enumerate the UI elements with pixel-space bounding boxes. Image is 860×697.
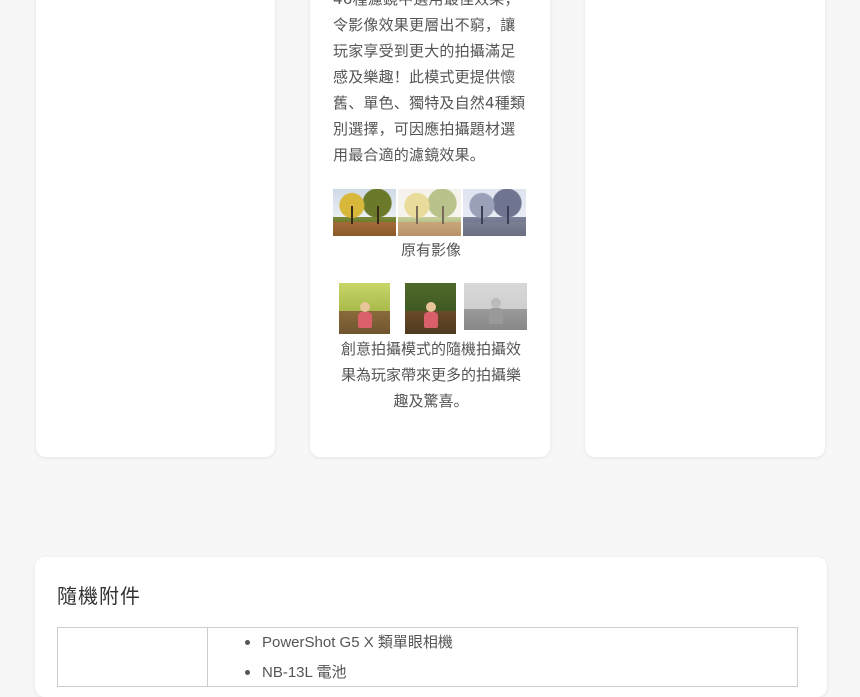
description-line: 別選擇，可因應拍攝題材選 [333,120,516,138]
caption-line: 創意拍攝模式的隨機拍攝效 [340,340,521,358]
caption-line: 果為玩家帶來更多的拍攝樂 [340,366,521,384]
original-photo-row [333,189,526,236]
list-item: NB-13L 電池 [245,658,453,688]
original-photo-2 [398,189,461,236]
list-item: PowerShot G5 X 類單眼相機 [245,628,453,658]
feature-card-right [585,0,825,457]
accessories-list: PowerShot G5 X 類單眼相機 NB-13L 電池 [245,628,453,688]
creative-photo-2 [405,283,456,334]
description-line: 用最合適的濾鏡效果。 [333,146,486,164]
creative-shot-description: 46種濾鏡中選用最佳效果， 令影像效果更層出不窮，讓 玩家享受到更大的拍攝滿足 … [333,0,529,168]
creative-image-caption: 創意拍攝模式的隨機拍攝效 果為玩家帶來更多的拍攝樂 趣及驚喜。 [333,336,529,414]
original-photo-3 [463,189,526,236]
creative-photo-1 [339,283,390,334]
original-image-caption: 原有影像 [400,241,461,259]
creative-photo-3 [464,283,527,330]
description-line: 46種濾鏡中選用最佳效果， [333,0,529,12]
description-line: 舊、單色、獨特及自然4種類 [333,94,526,112]
description-line: 令影像效果更層出不窮，讓 [333,16,516,34]
accessories-title: 隨機附件 [57,584,141,608]
creative-photo-row [333,283,527,334]
description-line: 玩家享受到更大的拍攝滿足 [333,42,516,60]
original-photo-1 [333,189,396,236]
feature-card-left [36,0,275,457]
accessories-table: PowerShot G5 X 類單眼相機 NB-13L 電池 [57,627,798,687]
accessories-table-label-cell [58,628,208,686]
caption-line: 趣及驚喜。 [393,392,469,410]
description-line: 感及樂趣！此模式更提供懷 [333,68,516,86]
